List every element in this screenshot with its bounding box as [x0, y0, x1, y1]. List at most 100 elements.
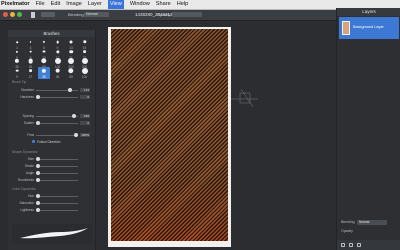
brush-preset-picker[interactable] [41, 12, 55, 17]
menu-window[interactable]: Window [130, 0, 150, 9]
flow-knob[interactable] [74, 133, 78, 137]
scatter-knob[interactable] [36, 121, 40, 125]
brush-size-label: 35 [42, 74, 46, 79]
angle-knob[interactable] [36, 171, 40, 175]
size-row: Size [12, 157, 92, 162]
layers-panel: Layers Background Layer Blending Normal … [336, 8, 400, 250]
flow-label: Flow [27, 133, 34, 137]
roundness-knob[interactable] [36, 178, 40, 182]
minimize-window-icon[interactable] [10, 12, 15, 17]
brush-size-label: 45 [55, 74, 60, 79]
saturation-label: Saturation [19, 201, 34, 205]
spacing-row: Spacing 156 [12, 114, 92, 119]
saturation-track[interactable] [36, 203, 78, 204]
flow-track[interactable] [36, 135, 78, 136]
panel-title: Brushes [8, 30, 95, 37]
brush-preset[interactable]: 100 [79, 67, 91, 79]
layer-blending-select[interactable]: Normal [357, 220, 387, 225]
brush-tip-icon [69, 40, 73, 44]
saturation-knob[interactable] [36, 201, 40, 205]
menu-file[interactable]: File [36, 0, 45, 9]
brush-tool-icon[interactable] [31, 12, 35, 18]
stroke-row: Stroke [12, 164, 92, 169]
document-canvas[interactable] [108, 27, 231, 247]
brush-size-label: 65 [69, 74, 73, 79]
brush-tip-icon [42, 50, 46, 53]
lightness-label: Lightness [20, 208, 34, 212]
menu-image[interactable]: Image [66, 0, 82, 9]
size-track[interactable] [36, 159, 78, 160]
menu-help[interactable]: Help [177, 0, 189, 9]
scatter-track[interactable] [36, 123, 78, 124]
diameter-row: Diameter 172 [12, 88, 92, 93]
scatter-row: Scatter 0 [12, 121, 92, 126]
lightness-row: Lightness [12, 208, 92, 213]
brush-tip-icon [14, 58, 20, 64]
hardness-row: Hardness 0 [12, 95, 92, 100]
brush-tip-icon [81, 67, 88, 74]
layer-thumbnail [342, 21, 350, 35]
add-layer-icon[interactable] [341, 243, 345, 247]
layer-settings-icon[interactable] [357, 243, 361, 247]
brush-tip-icon [41, 68, 47, 73]
lightness-track[interactable] [36, 210, 78, 211]
app-menu[interactable]: Pixelmator [1, 0, 30, 9]
roundness-label: Roundness [17, 178, 34, 182]
lightness-knob[interactable] [36, 208, 40, 212]
hue-knob[interactable] [36, 194, 40, 198]
brush-tip-icon [69, 49, 73, 54]
layer-row-background[interactable]: Background Layer [339, 17, 399, 39]
brush-preset[interactable]: 27 [25, 67, 37, 79]
brush-tip-icon [41, 58, 47, 64]
brush-size-label: 100 [81, 74, 88, 79]
brush-preset[interactable]: 45 [52, 67, 64, 79]
brush-tip-icon [16, 41, 18, 43]
hue-track[interactable] [36, 196, 78, 197]
spacing-knob[interactable] [72, 114, 76, 118]
brush-tip-icon [68, 58, 74, 64]
flow-value[interactable]: 100% [80, 133, 90, 137]
menu-edit[interactable]: Edit [51, 0, 61, 9]
layer-blending-label: Blending [341, 220, 355, 224]
brush-tip-icon [82, 40, 87, 44]
scatter-value[interactable]: 0 [80, 121, 90, 125]
diameter-knob[interactable] [68, 88, 72, 92]
brush-tip-icon [28, 58, 33, 64]
canvas-area[interactable] [96, 21, 336, 250]
brush-preset[interactable]: 35 [38, 66, 50, 79]
blending-select[interactable]: Normal [84, 12, 109, 17]
opacity-label: Opacity [157, 12, 171, 17]
stroke-knob[interactable] [36, 164, 40, 168]
angle-label: Angle [25, 171, 34, 175]
size-knob[interactable] [36, 157, 40, 161]
brush-tip-icon [42, 40, 46, 44]
stroke-preview-graphic [20, 228, 88, 239]
brush-tip-icon [28, 68, 33, 73]
spacing-value[interactable]: 156 [80, 114, 90, 118]
zoom-window-icon[interactable] [17, 12, 22, 17]
hardness-value[interactable]: 0 [80, 95, 90, 99]
scatter-label: Scatter [23, 121, 34, 125]
brush-preset[interactable]: 65 [65, 67, 77, 79]
brush-tip-icon [29, 50, 32, 53]
angle-track[interactable] [36, 173, 78, 174]
brush-stroke-preview [12, 224, 92, 244]
stroke-label: Stroke [24, 164, 34, 168]
hue-label: Hue [28, 194, 34, 198]
hardness-track[interactable] [36, 97, 78, 98]
brush-tip-icon [68, 67, 74, 74]
roundness-track[interactable] [36, 180, 78, 181]
brush-preset[interactable]: 9 [11, 67, 23, 79]
brush-tip-icon [29, 41, 32, 43]
menu-view[interactable]: View [107, 0, 124, 9]
delete-layer-icon[interactable] [349, 243, 353, 247]
diameter-value[interactable]: 172 [80, 88, 90, 92]
brush-tip-icon [54, 58, 61, 64]
follow-direction-checkbox[interactable] [32, 140, 35, 143]
opacity-slider[interactable] [172, 12, 202, 17]
menu-share[interactable]: Share [156, 0, 171, 9]
menu-layer[interactable]: Layer [88, 0, 102, 9]
hardness-knob[interactable] [36, 95, 40, 99]
stroke-track[interactable] [36, 166, 78, 167]
close-window-icon[interactable] [3, 12, 8, 17]
